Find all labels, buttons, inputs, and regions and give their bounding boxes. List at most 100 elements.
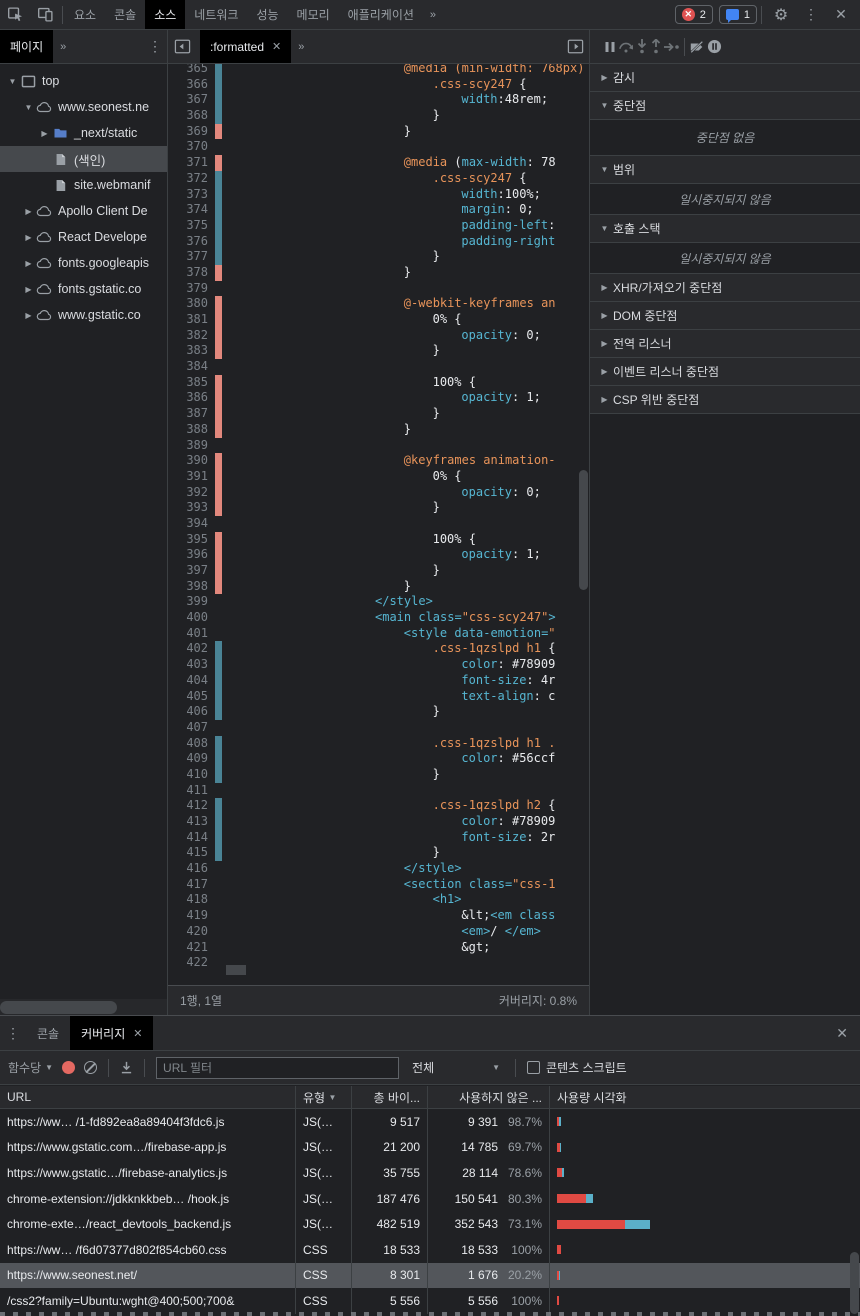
- tree-item[interactable]: ▶fonts.googleapis: [0, 250, 167, 276]
- tree-item[interactable]: ▶site.webmanif: [0, 172, 167, 198]
- line-number[interactable]: 384: [168, 359, 208, 375]
- coverage-table-row[interactable]: chrome-exte…/react_devtools_backend.jsJS…: [0, 1211, 860, 1237]
- navigator-hscrollbar[interactable]: [0, 999, 167, 1015]
- coverage-table-row[interactable]: /css2?family=Ubuntu:wght@400;500;700&CSS…: [0, 1288, 860, 1314]
- issues-badge[interactable]: 1: [719, 5, 757, 24]
- debugger-section-header[interactable]: ▶XHR/가져오기 중단점: [590, 274, 860, 302]
- col-url[interactable]: URL: [0, 1086, 296, 1108]
- debugger-section-header[interactable]: ▼중단점: [590, 92, 860, 120]
- navigator-hscrollbar-thumb[interactable]: [0, 1001, 117, 1014]
- more-tabs-chevron[interactable]: »: [423, 9, 443, 21]
- close-file-tab-icon[interactable]: ✕: [272, 40, 281, 53]
- coverage-table-row[interactable]: https://www.gstatic…/firebase-analytics.…: [0, 1160, 860, 1186]
- type-filter-dropdown[interactable]: 전체 ▼: [408, 1059, 504, 1076]
- navigator-more-tabs-chevron[interactable]: »: [53, 41, 73, 53]
- line-number[interactable]: 398: [168, 579, 208, 595]
- col-unused-bytes[interactable]: 사용하지 않은 ...: [428, 1086, 550, 1108]
- more-options-icon[interactable]: ⋮: [796, 0, 826, 29]
- line-number[interactable]: 418: [168, 892, 208, 908]
- line-number[interactable]: 422: [168, 955, 208, 971]
- debugger-section-header[interactable]: ▶DOM 중단점: [590, 302, 860, 330]
- tab-elements[interactable]: 요소: [65, 0, 105, 29]
- line-number[interactable]: 399: [168, 594, 208, 610]
- tree-item[interactable]: ▼www.seonest.ne: [0, 94, 167, 120]
- tree-item[interactable]: ▶www.gstatic.co: [0, 302, 167, 328]
- coverage-table-row[interactable]: https://www.seonest.net/CSS8 3011 67620.…: [0, 1263, 860, 1289]
- device-toolbar-icon[interactable]: [30, 0, 60, 29]
- line-number[interactable]: 408: [168, 736, 208, 752]
- line-number[interactable]: 379: [168, 281, 208, 297]
- line-number[interactable]: 416: [168, 861, 208, 877]
- drawer-menu-icon[interactable]: ⋮: [0, 1025, 26, 1042]
- tree-collapsed-arrow-icon[interactable]: ▶: [38, 129, 51, 138]
- debugger-section-header[interactable]: ▼범위: [590, 156, 860, 184]
- line-number[interactable]: 375: [168, 218, 208, 234]
- debugger-section-header[interactable]: ▶CSP 위반 중단점: [590, 386, 860, 414]
- line-number[interactable]: 389: [168, 438, 208, 454]
- line-number[interactable]: 420: [168, 924, 208, 940]
- pause-script-icon[interactable]: [604, 41, 616, 53]
- tree-item[interactable]: ▶React Develope: [0, 224, 167, 250]
- tree-item[interactable]: ▶(색인): [0, 146, 167, 172]
- line-number[interactable]: 403: [168, 657, 208, 673]
- line-number[interactable]: 382: [168, 328, 208, 344]
- drawer-tab-console[interactable]: 콘솔: [26, 1016, 70, 1050]
- line-number[interactable]: 402: [168, 641, 208, 657]
- line-number[interactable]: 371: [168, 155, 208, 171]
- tab-application[interactable]: 애플리케이션: [339, 0, 423, 29]
- tree-collapsed-arrow-icon[interactable]: ▶: [22, 233, 35, 242]
- tab-memory[interactable]: 메모리: [288, 0, 339, 29]
- inspect-element-icon[interactable]: [0, 0, 30, 29]
- show-debugger-icon[interactable]: [561, 30, 589, 63]
- tree-collapsed-arrow-icon[interactable]: ▶: [22, 285, 35, 294]
- drawer-tab-coverage[interactable]: 커버리지 ✕: [70, 1016, 153, 1050]
- debugger-section-header[interactable]: ▼호출 스택: [590, 215, 860, 243]
- drawer-vscrollbar-thumb[interactable]: [850, 1252, 859, 1314]
- deactivate-breakpoints-icon[interactable]: [689, 40, 705, 54]
- tab-performance[interactable]: 성능: [247, 0, 287, 29]
- hide-navigator-icon[interactable]: [168, 30, 196, 63]
- line-number[interactable]: 386: [168, 390, 208, 406]
- line-number[interactable]: 378: [168, 265, 208, 281]
- tree-collapsed-arrow-icon[interactable]: ▶: [22, 311, 35, 320]
- line-number[interactable]: 377: [168, 249, 208, 265]
- tab-console[interactable]: 콘솔: [105, 0, 145, 29]
- line-number[interactable]: 413: [168, 814, 208, 830]
- tab-sources[interactable]: 소스: [145, 0, 185, 29]
- coverage-table-row[interactable]: chrome-extension://jdkknkkbeb… /hook.jsJ…: [0, 1186, 860, 1212]
- col-type[interactable]: 유형 ▼: [296, 1086, 352, 1108]
- navigator-menu-icon[interactable]: ⋮: [143, 38, 167, 55]
- line-number[interactable]: 366: [168, 77, 208, 93]
- line-number[interactable]: 406: [168, 704, 208, 720]
- url-filter-input[interactable]: [156, 1057, 399, 1079]
- tab-formatted-file[interactable]: :formatted ✕: [200, 30, 291, 63]
- line-number[interactable]: 390: [168, 453, 208, 469]
- line-number[interactable]: 373: [168, 187, 208, 203]
- line-number[interactable]: 421: [168, 940, 208, 956]
- step-icon[interactable]: [664, 42, 680, 52]
- content-scripts-checkbox[interactable]: [527, 1061, 540, 1074]
- line-number[interactable]: 409: [168, 751, 208, 767]
- line-number[interactable]: 383: [168, 343, 208, 359]
- line-number[interactable]: 372: [168, 171, 208, 187]
- line-number[interactable]: 369: [168, 124, 208, 140]
- line-number[interactable]: 385: [168, 375, 208, 391]
- close-coverage-tab-icon[interactable]: ✕: [133, 1027, 142, 1040]
- line-number[interactable]: 400: [168, 610, 208, 626]
- step-into-icon[interactable]: [636, 39, 648, 54]
- code-scroll-area[interactable]: 365@media (min-width: 768px)366.css-scy2…: [168, 64, 589, 985]
- editor-more-tabs-chevron[interactable]: »: [291, 41, 311, 53]
- tree-item[interactable]: ▶Apollo Client De: [0, 198, 167, 224]
- coverage-table-row[interactable]: https://www.gstatic.com…/firebase-app.js…: [0, 1135, 860, 1161]
- line-number[interactable]: 367: [168, 92, 208, 108]
- step-out-icon[interactable]: [650, 39, 662, 54]
- tree-expanded-arrow-icon[interactable]: ▼: [22, 103, 35, 112]
- line-number[interactable]: 419: [168, 908, 208, 924]
- line-number[interactable]: 376: [168, 234, 208, 250]
- line-number[interactable]: 410: [168, 767, 208, 783]
- line-number[interactable]: 397: [168, 563, 208, 579]
- line-number[interactable]: 393: [168, 500, 208, 516]
- line-number[interactable]: 391: [168, 469, 208, 485]
- step-over-icon[interactable]: [618, 40, 634, 54]
- line-number[interactable]: 411: [168, 783, 208, 799]
